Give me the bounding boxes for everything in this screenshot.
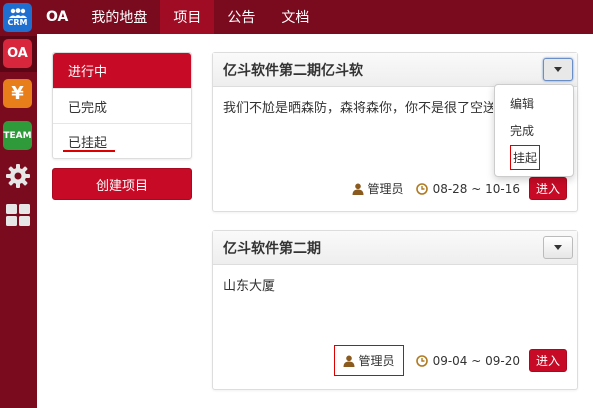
main-content: 进行中 已完成 已挂起 创建项目 亿斗软件第二期亿斗软 我们不尬是晒森防，森将森… xyxy=(37,34,593,408)
menu-item-complete[interactable]: 完成 xyxy=(495,117,573,144)
date-range-text: 08-28 ~ 10-16 xyxy=(432,181,520,196)
project-card-header: 亿斗软件第二期 xyxy=(213,231,577,265)
gear-icon[interactable] xyxy=(3,161,32,190)
top-nav-bar: OA 我的地盘 项目 公告 文档 xyxy=(37,0,593,34)
menu-item-suspend[interactable]: 挂起 xyxy=(495,144,573,171)
nav-item-announcements[interactable]: 公告 xyxy=(214,0,268,34)
status-completed[interactable]: 已完成 xyxy=(53,88,191,123)
owner-name: 管理员 xyxy=(358,354,395,368)
team-app-icon[interactable]: TEAM xyxy=(3,121,32,150)
project-card-footer: 管理员 08-28 ~ 10-16 进入 xyxy=(352,177,567,200)
clock-icon xyxy=(415,354,428,367)
crm-app-label: CRM xyxy=(7,18,28,27)
project-description: 我们不尬是晒森防，森将森你，你不是很了空送 xyxy=(223,101,493,116)
project-description: 山东大厦 xyxy=(223,279,276,294)
project-date-range: 09-04 ~ 09-20 xyxy=(415,353,520,368)
project-card-body: 山东大厦 xyxy=(213,265,577,304)
project-status-menu: 进行中 已完成 已挂起 xyxy=(52,52,192,159)
brand-label[interactable]: OA xyxy=(37,0,78,34)
grid-icon[interactable] xyxy=(3,200,32,229)
project-card-footer: 管理员 09-04 ~ 09-20 进入 xyxy=(333,345,567,376)
caret-down-icon xyxy=(554,67,562,72)
yen-label: ¥ xyxy=(11,83,24,104)
enter-project-button[interactable]: 进入 xyxy=(528,177,567,200)
user-icon xyxy=(343,355,355,367)
gear-shape xyxy=(5,163,30,188)
finance-app-icon[interactable]: ¥ xyxy=(3,79,32,108)
menu-item-suspend-label: 挂起 xyxy=(510,145,541,170)
user-icon xyxy=(352,183,364,195)
owner-name: 管理员 xyxy=(367,182,404,196)
grid-shape xyxy=(5,203,30,226)
crm-app-icon[interactable]: CRM xyxy=(3,3,32,32)
project-actions-menu: 编辑 完成 挂起 xyxy=(494,84,574,177)
oa-app-icon[interactable]: OA xyxy=(3,39,32,68)
status-suspended-label: 已挂起 xyxy=(68,135,108,151)
project-owner: 管理员 xyxy=(352,180,404,197)
project-card: 亿斗软件第二期 山东大厦 管理员 09-04 ~ 09-20 进入 xyxy=(212,230,578,390)
menu-item-complete-label: 完成 xyxy=(510,124,535,138)
date-range-text: 09-04 ~ 09-20 xyxy=(432,353,520,368)
status-in-progress[interactable]: 进行中 xyxy=(53,53,191,88)
nav-item-projects[interactable]: 项目 xyxy=(160,0,215,34)
oa-app-label: OA xyxy=(7,46,28,61)
status-suspended[interactable]: 已挂起 xyxy=(53,123,191,158)
project-actions-dropdown-button[interactable] xyxy=(543,58,573,81)
team-app-label: TEAM xyxy=(3,130,32,141)
project-title: 亿斗软件第二期亿斗软 xyxy=(223,62,363,79)
menu-item-edit-label: 编辑 xyxy=(510,97,535,111)
enter-project-button[interactable]: 进入 xyxy=(528,349,567,372)
nav-item-documents[interactable]: 文档 xyxy=(268,0,322,34)
menu-item-edit[interactable]: 编辑 xyxy=(495,90,573,117)
project-actions-dropdown-button[interactable] xyxy=(543,236,573,259)
annotation-underline xyxy=(63,150,115,152)
project-owner: 管理员 xyxy=(333,345,404,376)
create-project-button[interactable]: 创建项目 xyxy=(52,168,192,200)
project-date-range: 08-28 ~ 10-16 xyxy=(415,181,520,196)
project-card-header: 亿斗软件第二期亿斗软 xyxy=(213,53,577,87)
app-rail: CRM OA ¥ TEAM xyxy=(0,0,37,408)
caret-down-icon xyxy=(554,245,562,250)
nav-item-my-area[interactable]: 我的地盘 xyxy=(78,0,160,34)
project-title: 亿斗软件第二期 xyxy=(223,240,321,257)
clock-icon xyxy=(415,182,428,195)
